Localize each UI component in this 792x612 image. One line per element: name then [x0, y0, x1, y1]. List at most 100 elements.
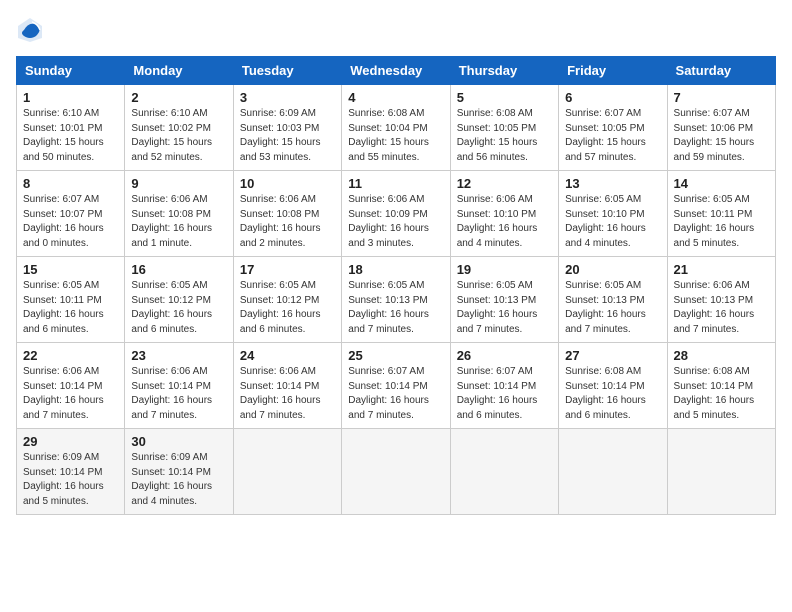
day-number: 16: [131, 262, 226, 277]
day-info: Sunrise: 6:09 AM Sunset: 10:14 PM Daylig…: [131, 451, 226, 509]
calendar-week-4: 29 Sunrise: 6:09 AM Sunset: 10:14 PM Dayl…: [17, 429, 776, 515]
day-number: 18: [348, 262, 443, 277]
day-info: Sunrise: 6:10 AM Sunset: 10:01 PM Daylig…: [23, 107, 118, 165]
day-number: 22: [23, 348, 118, 363]
day-number: 27: [565, 348, 660, 363]
calendar-cell: [667, 429, 775, 515]
day-info: Sunrise: 6:07 AM Sunset: 10:14 PM Daylig…: [457, 365, 552, 423]
calendar-cell: [233, 429, 341, 515]
day-info: Sunrise: 6:07 AM Sunset: 10:06 PM Daylig…: [674, 107, 769, 165]
day-info: Sunrise: 6:09 AM Sunset: 10:03 PM Daylig…: [240, 107, 335, 165]
day-info: Sunrise: 6:06 AM Sunset: 10:14 PM Daylig…: [23, 365, 118, 423]
day-info: Sunrise: 6:08 AM Sunset: 10:14 PM Daylig…: [565, 365, 660, 423]
day-number: 8: [23, 176, 118, 191]
header-wednesday: Wednesday: [342, 57, 450, 85]
calendar-cell: 29 Sunrise: 6:09 AM Sunset: 10:14 PM Dayl…: [17, 429, 125, 515]
day-info: Sunrise: 6:07 AM Sunset: 10:05 PM Daylig…: [565, 107, 660, 165]
day-info: Sunrise: 6:08 AM Sunset: 10:05 PM Daylig…: [457, 107, 552, 165]
calendar-header-row: SundayMondayTuesdayWednesdayThursdayFrid…: [17, 57, 776, 85]
page-header: [16, 16, 776, 44]
day-number: 13: [565, 176, 660, 191]
day-info: Sunrise: 6:05 AM Sunset: 10:10 PM Daylig…: [565, 193, 660, 251]
day-number: 5: [457, 90, 552, 105]
calendar-cell: 9Sunrise: 6:06 AM Sunset: 10:08 PM Dayli…: [125, 171, 233, 257]
day-number: 11: [348, 176, 443, 191]
calendar-week-1: 8 Sunrise: 6:07 AM Sunset: 10:07 PM Dayli…: [17, 171, 776, 257]
day-number: 28: [674, 348, 769, 363]
header-thursday: Thursday: [450, 57, 558, 85]
day-number: 23: [131, 348, 226, 363]
calendar-week-3: 22 Sunrise: 6:06 AM Sunset: 10:14 PM Dayl…: [17, 343, 776, 429]
day-info: Sunrise: 6:08 AM Sunset: 10:14 PM Daylig…: [674, 365, 769, 423]
calendar-cell: 8 Sunrise: 6:07 AM Sunset: 10:07 PM Dayli…: [17, 171, 125, 257]
calendar-cell: 28 Sunrise: 6:08 AM Sunset: 10:14 PM Dayl…: [667, 343, 775, 429]
header-saturday: Saturday: [667, 57, 775, 85]
header-friday: Friday: [559, 57, 667, 85]
day-info: Sunrise: 6:05 AM Sunset: 10:13 PM Daylig…: [565, 279, 660, 337]
day-info: Sunrise: 6:05 AM Sunset: 10:12 PM Daylig…: [240, 279, 335, 337]
day-number: 3: [240, 90, 335, 105]
day-number: 17: [240, 262, 335, 277]
calendar-cell: 23 Sunrise: 6:06 AM Sunset: 10:14 PM Dayl…: [125, 343, 233, 429]
day-info: Sunrise: 6:05 AM Sunset: 10:11 PM Daylig…: [674, 193, 769, 251]
day-info: Sunrise: 6:07 AM Sunset: 10:07 PM Daylig…: [23, 193, 118, 251]
calendar-cell: 3 Sunrise: 6:09 AM Sunset: 10:03 PM Dayli…: [233, 85, 341, 171]
day-info: Sunrise: 6:06 AM Sunset: 10:08 PM Daylig…: [240, 193, 335, 251]
header-monday: Monday: [125, 57, 233, 85]
calendar-cell: 12 Sunrise: 6:06 AM Sunset: 10:10 PM Dayl…: [450, 171, 558, 257]
day-number: 2: [131, 90, 226, 105]
day-info: Sunrise: 6:06 AM Sunset: 10:09 PM Daylig…: [348, 193, 443, 251]
day-info: Sunrise: 6:05 AM Sunset: 10:12 PM Daylig…: [131, 279, 226, 337]
calendar-cell: 21 Sunrise: 6:06 AM Sunset: 10:13 PM Dayl…: [667, 257, 775, 343]
calendar-cell: [559, 429, 667, 515]
day-info: Sunrise: 6:05 AM Sunset: 10:13 PM Daylig…: [457, 279, 552, 337]
day-number: 10: [240, 176, 335, 191]
header-sunday: Sunday: [17, 57, 125, 85]
calendar-cell: 19Sunrise: 6:05 AM Sunset: 10:13 PM Dayl…: [450, 257, 558, 343]
calendar-cell: 2 Sunrise: 6:10 AM Sunset: 10:02 PM Dayli…: [125, 85, 233, 171]
logo-icon: [16, 16, 44, 44]
day-info: Sunrise: 6:06 AM Sunset: 10:13 PM Daylig…: [674, 279, 769, 337]
day-info: Sunrise: 6:05 AM Sunset: 10:13 PM Daylig…: [348, 279, 443, 337]
day-number: 15: [23, 262, 118, 277]
calendar-cell: 24 Sunrise: 6:06 AM Sunset: 10:14 PM Dayl…: [233, 343, 341, 429]
day-number: 14: [674, 176, 769, 191]
day-number: 4: [348, 90, 443, 105]
day-info: Sunrise: 6:08 AM Sunset: 10:04 PM Daylig…: [348, 107, 443, 165]
day-info: Sunrise: 6:06 AM Sunset: 10:10 PM Daylig…: [457, 193, 552, 251]
logo: [16, 16, 48, 44]
calendar-cell: 11 Sunrise: 6:06 AM Sunset: 10:09 PM Dayl…: [342, 171, 450, 257]
calendar-cell: 7Sunrise: 6:07 AM Sunset: 10:06 PM Dayli…: [667, 85, 775, 171]
day-info: Sunrise: 6:05 AM Sunset: 10:11 PM Daylig…: [23, 279, 118, 337]
day-number: 29: [23, 434, 118, 449]
calendar-cell: 26 Sunrise: 6:07 AM Sunset: 10:14 PM Dayl…: [450, 343, 558, 429]
calendar-cell: 10 Sunrise: 6:06 AM Sunset: 10:08 PM Dayl…: [233, 171, 341, 257]
day-number: 21: [674, 262, 769, 277]
calendar-cell: 20 Sunrise: 6:05 AM Sunset: 10:13 PM Dayl…: [559, 257, 667, 343]
calendar-cell: 18 Sunrise: 6:05 AM Sunset: 10:13 PM Dayl…: [342, 257, 450, 343]
calendar-table: SundayMondayTuesdayWednesdayThursdayFrid…: [16, 56, 776, 515]
calendar-cell: 30 Sunrise: 6:09 AM Sunset: 10:14 PM Dayl…: [125, 429, 233, 515]
header-tuesday: Tuesday: [233, 57, 341, 85]
day-number: 20: [565, 262, 660, 277]
calendar-cell: 27 Sunrise: 6:08 AM Sunset: 10:14 PM Dayl…: [559, 343, 667, 429]
day-number: 26: [457, 348, 552, 363]
calendar-cell: 16 Sunrise: 6:05 AM Sunset: 10:12 PM Dayl…: [125, 257, 233, 343]
day-number: 6: [565, 90, 660, 105]
calendar-cell: 6 Sunrise: 6:07 AM Sunset: 10:05 PM Dayli…: [559, 85, 667, 171]
day-info: Sunrise: 6:09 AM Sunset: 10:14 PM Daylig…: [23, 451, 118, 509]
day-number: 25: [348, 348, 443, 363]
day-number: 24: [240, 348, 335, 363]
day-number: 12: [457, 176, 552, 191]
day-number: 1: [23, 90, 118, 105]
calendar-week-2: 15 Sunrise: 6:05 AM Sunset: 10:11 PM Dayl…: [17, 257, 776, 343]
day-info: Sunrise: 6:06 AM Sunset: 10:14 PM Daylig…: [240, 365, 335, 423]
day-number: 30: [131, 434, 226, 449]
day-info: Sunrise: 6:06 AM Sunset: 10:14 PM Daylig…: [131, 365, 226, 423]
calendar-cell: 5 Sunrise: 6:08 AM Sunset: 10:05 PM Dayli…: [450, 85, 558, 171]
day-info: Sunrise: 6:10 AM Sunset: 10:02 PM Daylig…: [131, 107, 226, 165]
calendar-cell: 14 Sunrise: 6:05 AM Sunset: 10:11 PM Dayl…: [667, 171, 775, 257]
calendar-week-0: 1 Sunrise: 6:10 AM Sunset: 10:01 PM Dayli…: [17, 85, 776, 171]
calendar-cell: 25Sunrise: 6:07 AM Sunset: 10:14 PM Dayl…: [342, 343, 450, 429]
calendar-cell: 4 Sunrise: 6:08 AM Sunset: 10:04 PM Dayli…: [342, 85, 450, 171]
